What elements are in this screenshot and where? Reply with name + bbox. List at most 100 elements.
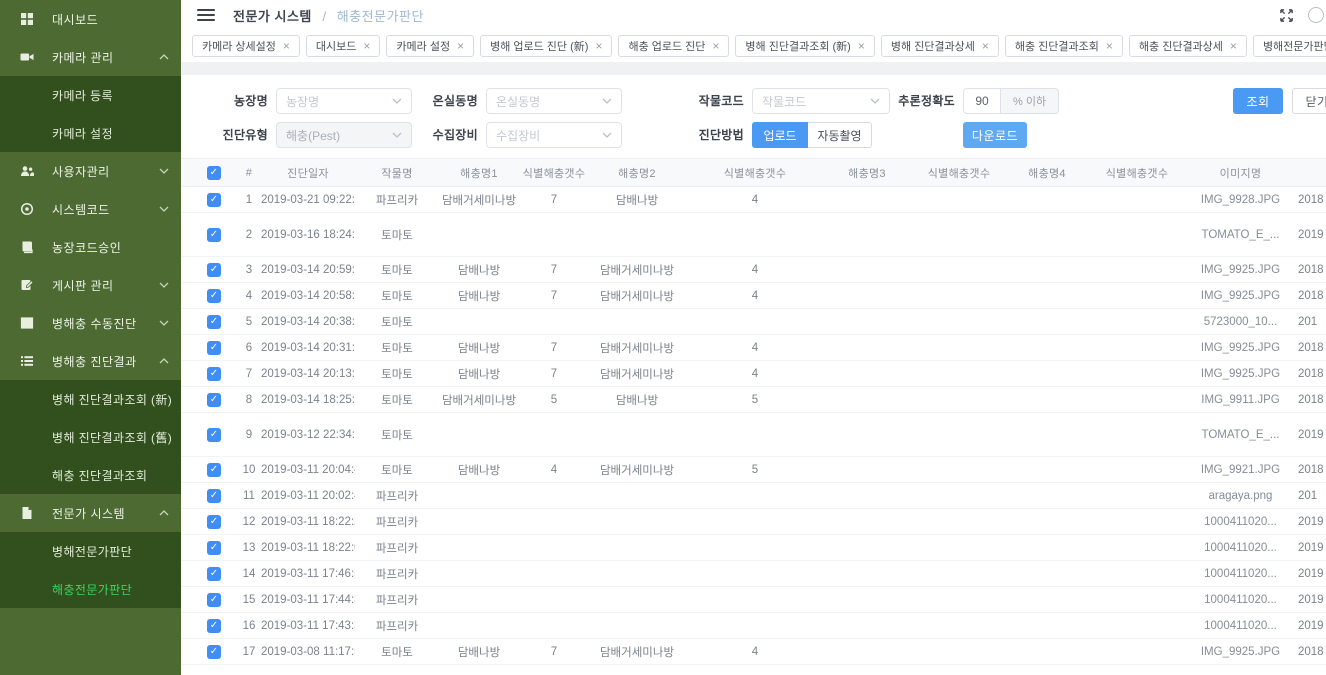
cell-pest4 bbox=[1009, 413, 1085, 457]
tab-close-icon[interactable]: × bbox=[363, 40, 370, 52]
cell-pest1 bbox=[439, 413, 519, 457]
tab-close-icon[interactable]: × bbox=[712, 40, 719, 52]
farm-name-select[interactable]: 농장명 bbox=[276, 88, 412, 114]
cell-count3 bbox=[909, 387, 1009, 413]
tab-close-icon[interactable]: × bbox=[1106, 40, 1113, 52]
tab[interactable]: 병해 진단결과상세× bbox=[881, 35, 999, 57]
accuracy-input[interactable] bbox=[963, 88, 1001, 114]
tab[interactable]: 카메라 설정 × bbox=[386, 35, 474, 57]
cell-date: 2019-03-11 18:22:20 bbox=[261, 509, 355, 535]
row-checkbox[interactable]: ✓ bbox=[207, 541, 221, 555]
crop-code-placeholder: 작물코드 bbox=[762, 93, 806, 110]
sidebar-item[interactable]: 시스템코드 bbox=[0, 190, 181, 228]
sidebar-subitem[interactable]: 병해 진단결과조회 (新) bbox=[0, 380, 181, 418]
tab-close-icon[interactable]: × bbox=[457, 40, 464, 52]
diagnosis-type-select[interactable]: 해충(Pest) bbox=[276, 122, 412, 148]
tab[interactable]: 대시보드× bbox=[306, 35, 381, 57]
sidebar-item[interactable]: 병해충 수동진단 bbox=[0, 304, 181, 342]
row-checkbox[interactable]: ✓ bbox=[207, 315, 221, 329]
tab[interactable]: 카메라 상세설정 × bbox=[192, 35, 300, 57]
clipped-toolbar-icon[interactable] bbox=[1308, 7, 1324, 23]
close-button[interactable]: 닫기 bbox=[1292, 88, 1326, 114]
tab[interactable]: 해충 진단결과상세× bbox=[1129, 35, 1247, 57]
row-checkbox[interactable]: ✓ bbox=[207, 228, 221, 242]
cell-pest4 bbox=[1009, 561, 1085, 587]
tab[interactable]: 병해전문가판단× bbox=[1253, 35, 1326, 57]
cell-pest3 bbox=[825, 413, 909, 457]
method-auto-button[interactable]: 자동촬영 bbox=[808, 122, 872, 148]
cell-crop: 파프리카 bbox=[355, 509, 439, 535]
row-checkbox[interactable]: ✓ bbox=[207, 289, 221, 303]
tab[interactable]: 해충 진단결과조회× bbox=[1005, 35, 1123, 57]
cell-date: 2019-03-14 20:58:46 bbox=[261, 283, 355, 309]
tab-close-icon[interactable]: × bbox=[1230, 40, 1237, 52]
cell-pest2: 담배거세미나방 bbox=[589, 457, 685, 483]
tab-close-icon[interactable]: × bbox=[858, 40, 865, 52]
tab[interactable]: 병해 진단결과조회 (新)× bbox=[735, 35, 874, 57]
sidebar-item[interactable]: 사용자관리 bbox=[0, 152, 181, 190]
chevron-down-icon bbox=[159, 320, 169, 326]
equipment-select[interactable]: 수집장비 bbox=[486, 122, 622, 148]
table-row: ✓102019-03-11 20:04:40토마토담배나방4담배거세미나방5IM… bbox=[181, 457, 1326, 483]
hamburger-menu-icon[interactable] bbox=[197, 9, 215, 22]
row-checkbox[interactable]: ✓ bbox=[207, 428, 221, 442]
row-checkbox[interactable]: ✓ bbox=[207, 567, 221, 581]
sidebar-item[interactable]: 병해충 진단결과 bbox=[0, 342, 181, 380]
search-button[interactable]: 조회 bbox=[1233, 88, 1283, 114]
row-checkbox[interactable]: ✓ bbox=[207, 463, 221, 477]
tab-close-icon[interactable]: × bbox=[982, 40, 989, 52]
accuracy-label: 추론정확도 bbox=[875, 88, 955, 114]
tab[interactable]: 병해 업로드 진단 (新)× bbox=[480, 35, 612, 57]
sidebar-item[interactable]: 농장코드승인 bbox=[0, 228, 181, 266]
fullscreen-icon[interactable] bbox=[1279, 8, 1294, 23]
cell-crop: 토마토 bbox=[355, 257, 439, 283]
sidebar-subitem[interactable]: 카메라 등록 bbox=[0, 76, 181, 114]
sidebar-subitem[interactable]: 해충 진단결과조회 bbox=[0, 456, 181, 494]
row-checkbox[interactable]: ✓ bbox=[207, 193, 221, 207]
tab-label: 카메라 설정 bbox=[396, 38, 450, 54]
sidebar-item[interactable]: 카메라 관리 bbox=[0, 38, 181, 76]
row-checkbox[interactable]: ✓ bbox=[207, 367, 221, 381]
row-checkbox[interactable]: ✓ bbox=[207, 489, 221, 503]
cell-crop: 파프리카 bbox=[355, 483, 439, 509]
method-upload-button[interactable]: 업로드 bbox=[752, 122, 808, 148]
cell-reg: 2019 bbox=[1292, 509, 1326, 535]
results-table: ✓#진단일자작물명해충명1식별해충갯수해충명2식별해충갯수해충명3식별해충갯수해… bbox=[181, 158, 1326, 665]
row-checkbox[interactable]: ✓ bbox=[207, 619, 221, 633]
row-checkbox[interactable]: ✓ bbox=[207, 263, 221, 277]
breadcrumb-current[interactable]: 해충전문가판단 bbox=[337, 9, 424, 24]
cell-no: 17 bbox=[237, 639, 261, 665]
cell-pest1: 담배나방 bbox=[439, 257, 519, 283]
sidebar-subitem[interactable]: 병해전문가판단 bbox=[0, 532, 181, 570]
table-row: ✓52019-03-14 20:38:56토마토5723000_10...201 bbox=[181, 309, 1326, 335]
table-row: ✓162019-03-11 17:43:34파프리카1000411020...2… bbox=[181, 613, 1326, 639]
download-button[interactable]: 다운로드 bbox=[963, 122, 1027, 148]
row-checkbox[interactable]: ✓ bbox=[207, 645, 221, 659]
cell-count4 bbox=[1085, 535, 1189, 561]
cell-pest2 bbox=[589, 483, 685, 509]
tab[interactable]: 해충 업로드 진단× bbox=[618, 35, 729, 57]
sidebar-item[interactable]: 대시보드 bbox=[0, 0, 181, 38]
sidebar-item[interactable]: 전문가 시스템 bbox=[0, 494, 181, 532]
select-all-checkbox[interactable]: ✓ bbox=[207, 166, 221, 180]
row-checkbox[interactable]: ✓ bbox=[207, 593, 221, 607]
cell-date: 2019-03-11 20:02:41 bbox=[261, 483, 355, 509]
row-checkbox[interactable]: ✓ bbox=[207, 341, 221, 355]
tab-label: 카메라 상세설정 bbox=[202, 38, 276, 54]
cell-pest3 bbox=[825, 283, 909, 309]
sidebar-subitem[interactable]: 카메라 설정 bbox=[0, 114, 181, 152]
crop-code-select[interactable]: 작물코드 bbox=[752, 88, 890, 114]
sidebar-item[interactable]: 게시판 관리 bbox=[0, 266, 181, 304]
sidebar-subitem-active[interactable]: 해충전문가판단 bbox=[0, 570, 181, 608]
row-checkbox[interactable]: ✓ bbox=[207, 515, 221, 529]
cell-date: 2019-03-11 20:04:40 bbox=[261, 457, 355, 483]
cell-count2 bbox=[685, 309, 825, 335]
greenhouse-select[interactable]: 온실동명 bbox=[486, 88, 622, 114]
cell-count3 bbox=[909, 413, 1009, 457]
tab-close-icon[interactable]: × bbox=[595, 40, 602, 52]
sidebar-subitem[interactable]: 병해 진단결과조회 (舊) bbox=[0, 418, 181, 456]
tab-close-icon[interactable]: × bbox=[283, 40, 290, 52]
sidebar: 대시보드카메라 관리카메라 등록카메라 설정사용자관리시스템코드농장코드승인게시… bbox=[0, 0, 181, 675]
cell-count2 bbox=[685, 561, 825, 587]
row-checkbox[interactable]: ✓ bbox=[207, 393, 221, 407]
